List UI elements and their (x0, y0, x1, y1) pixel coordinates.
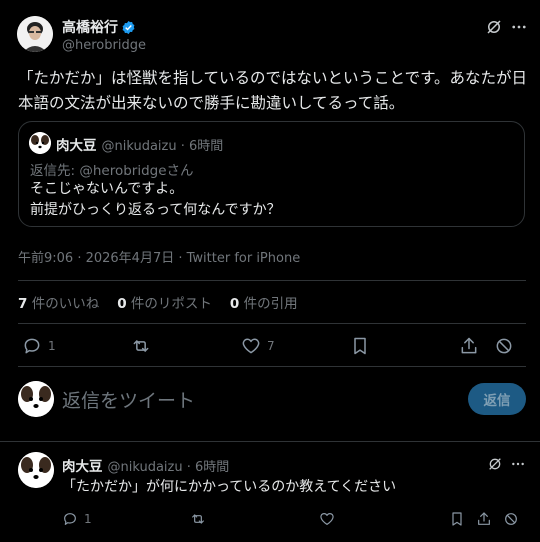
like-button[interactable]: 7 (241, 336, 275, 356)
like-icon (242, 338, 260, 354)
reply-icon (24, 338, 40, 354)
share-icon (478, 512, 490, 525)
reply-count: 1 (48, 339, 56, 353)
retweet-icon (192, 514, 204, 524)
reply-tweet-block-button[interactable] (503, 511, 519, 527)
quotes-count: 0 (229, 296, 240, 312)
bookmark-icon (452, 512, 462, 526)
tweet-body-line: 本語の文法が出来ないので勝手に勘違いしてるって話。 (18, 94, 405, 112)
retweet-icon (133, 340, 149, 352)
bookmark-button[interactable] (350, 336, 370, 356)
quoted-body: そこじゃないんですよ。 前提がひっくり返るって何なんですか？ (30, 179, 281, 221)
compose-avatar (18, 381, 54, 417)
share-icon (461, 337, 477, 354)
grok-icon[interactable] (485, 18, 503, 40)
reply-submit-button[interactable]: 返信 (468, 383, 526, 415)
verified-badge-icon (121, 20, 136, 35)
block-icon (496, 338, 512, 354)
quoted-body-line: 前提がひっくり返るって何なんですか？ (30, 202, 281, 218)
retweets-stat[interactable]: 0 件のリポスト (117, 292, 212, 312)
reply-tweet-reply-button[interactable]: 1 (62, 511, 92, 527)
reply-grok-icon[interactable] (487, 456, 503, 476)
reply-tweet-retweet-button[interactable] (190, 511, 206, 527)
reply-author-handle[interactable]: @nikudaizu · 6時間 (108, 456, 230, 475)
quotes-stat[interactable]: 0 件の引用 (230, 292, 298, 312)
quoted-reply-to: 返信先: @herobridgeさん (30, 163, 194, 179)
quoted-tweet-card[interactable]: 肉大豆 @nikudaizu · 6時間 返信先: @herobridgeさん … (18, 121, 525, 227)
quoted-author-name: 肉大豆 (56, 138, 97, 154)
reply-tweet-bookmark-button[interactable] (449, 511, 465, 527)
reply-tweet-share-button[interactable] (476, 511, 492, 527)
like-icon (320, 513, 334, 525)
retweets-count: 0 (117, 296, 127, 312)
quotes-label: 件の引用 (243, 296, 298, 312)
reply-button[interactable]: 1 (22, 336, 56, 356)
retweets-label: 件のリポスト (130, 296, 212, 312)
block-icon (505, 513, 517, 525)
author-name[interactable]: 高橋裕行 (62, 17, 136, 37)
reply-author-avatar[interactable] (18, 452, 54, 488)
likes-stat[interactable]: 7 件のいいね (18, 292, 99, 312)
more-icon[interactable] (510, 18, 528, 40)
reply-tweet-like-button[interactable] (319, 511, 335, 527)
likes-label: 件のいいね (31, 296, 100, 312)
author-handle[interactable]: @herobridge (62, 38, 146, 53)
reply-more-icon[interactable] (510, 456, 526, 476)
tweet-body-line: 「たかだか」は怪獣を指しているのではないということです。あなたが日 (18, 69, 528, 87)
reply-author-name[interactable]: 肉大豆 (62, 455, 103, 475)
reply-tweet-reply-count: 1 (84, 512, 92, 526)
quoted-author-handle: @nikudaizu · 6時間 (101, 139, 224, 154)
retweet-button[interactable] (131, 336, 151, 356)
quoted-body-line: そこじゃないんですよ。 (30, 181, 184, 197)
quoted-author-avatar (29, 132, 51, 154)
reply-icon (64, 513, 76, 525)
reply-input[interactable]: 返信をツイート (62, 386, 195, 413)
share-button[interactable] (459, 336, 479, 356)
reply-body: 「たかだか」が何にかかっているのか教えてください (62, 479, 397, 495)
author-name-text[interactable]: 高橋裕行 (62, 17, 118, 37)
bookmark-icon (354, 337, 366, 355)
tweet-timestamp[interactable]: 午前9:06 · 2026年4月7日 · Twitter for iPhone (18, 247, 300, 266)
tweet-stats: 7 件のいいね 0 件のリポスト 0 件の引用 (18, 292, 298, 312)
like-count: 7 (267, 339, 275, 353)
likes-count: 7 (18, 296, 28, 312)
tweet-body: 「たかだか」は怪獣を指しているのではないということです。あなたが日 本語の文法が… (18, 66, 530, 116)
author-avatar[interactable] (17, 16, 53, 52)
block-button[interactable] (494, 336, 514, 356)
